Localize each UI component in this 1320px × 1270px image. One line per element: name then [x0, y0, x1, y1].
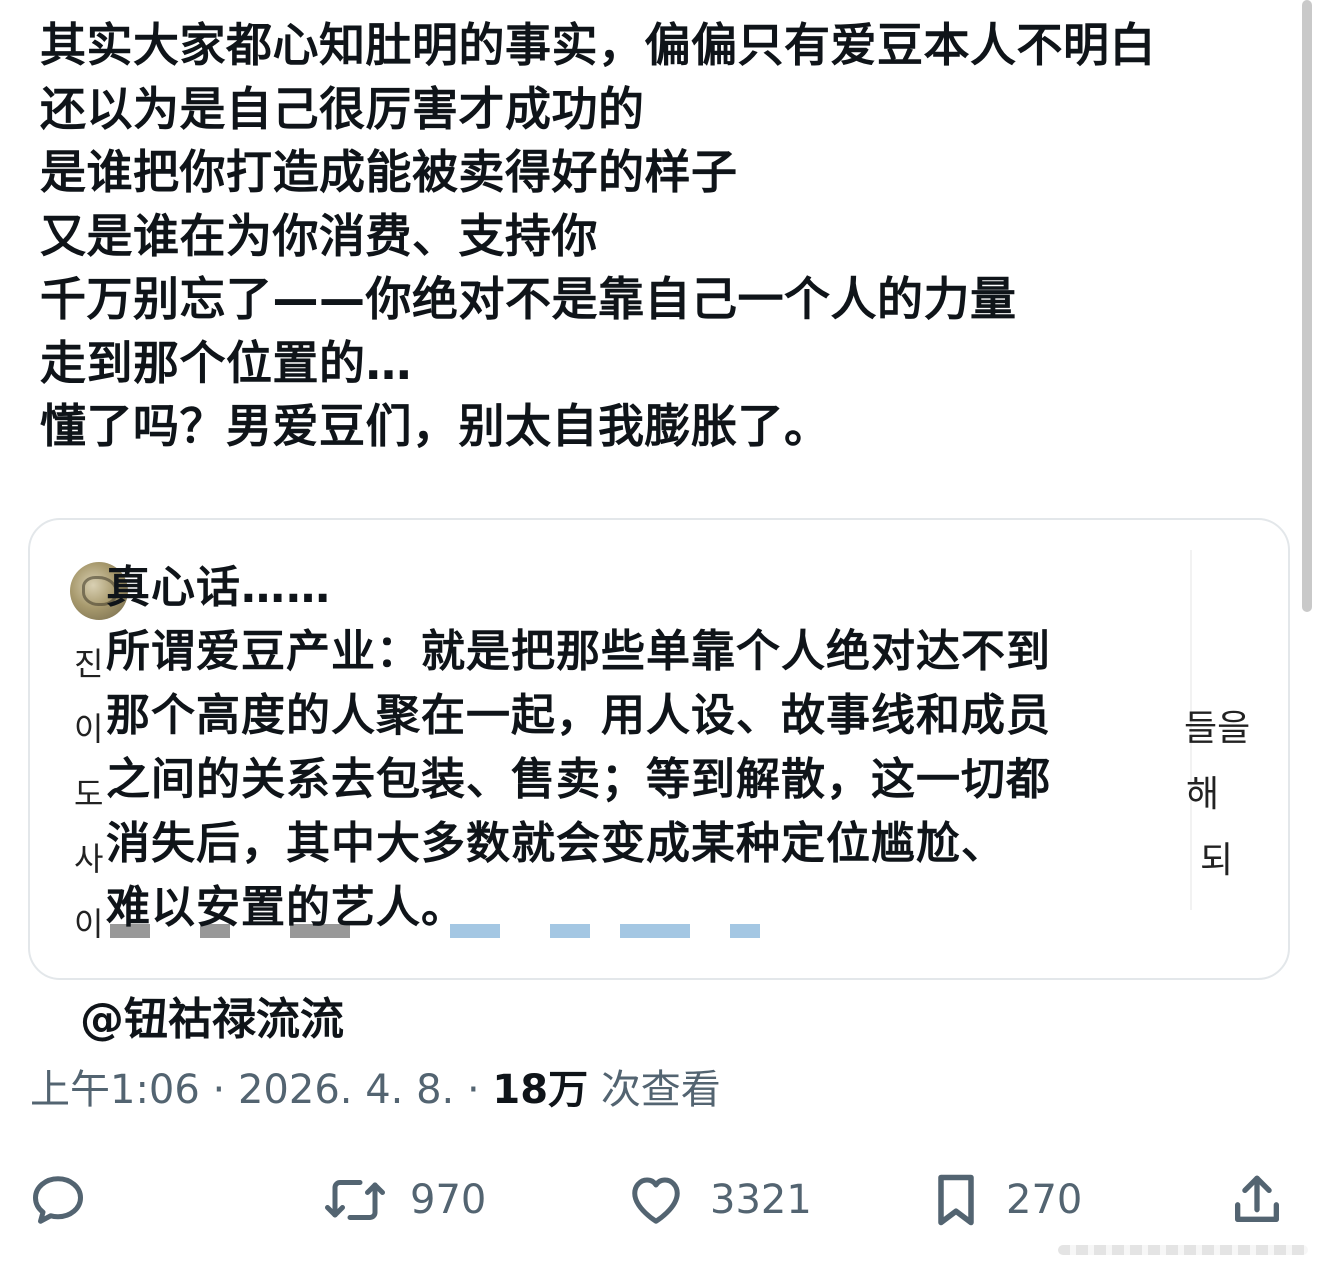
timestamp-date[interactable]: 2026. 4. 8. [238, 1067, 454, 1113]
retweet-button[interactable]: 970 [322, 1165, 486, 1235]
tweet-line: 是谁把你打造成能被卖得好的样子 [40, 145, 738, 199]
tweet-meta: 上午1:06 · 2026. 4. 8. · 18万 次查看 [30, 1060, 721, 1120]
background-glyph: 사 [74, 840, 104, 878]
home-indicator[interactable] [1058, 1245, 1308, 1255]
meta-separator: · [466, 1067, 480, 1113]
reply-button[interactable] [28, 1165, 88, 1235]
background-glyph: 되 [1200, 840, 1234, 881]
background-glyph: 진 [74, 645, 104, 683]
scrollbar[interactable] [1302, 0, 1312, 612]
background-glyph: 들을 [1184, 708, 1251, 749]
like-button[interactable]: 3321 [624, 1165, 812, 1235]
quoted-title: 真心话…… [106, 562, 331, 613]
background-text-left: 진 이 도 사 이 [74, 632, 104, 957]
bookmark-icon [938, 1174, 974, 1226]
quoted-line: 所谓爱豆产业：就是把那些单靠个人绝对达不到 [106, 626, 1051, 677]
heart-icon [632, 1177, 680, 1224]
quoted-line: 消失后，其中大多数就会变成某种定位尴尬、 [106, 818, 1006, 869]
timestamp-time[interactable]: 上午1:06 [30, 1067, 200, 1113]
quoted-card[interactable]: 진 이 도 사 이 들을 해 되 真心话…… 所谓爱豆产业：就是把那些单靠个人绝… [28, 518, 1290, 980]
quoted-line: 那个高度的人聚在一起，用人设、故事线和成员 [106, 690, 1051, 741]
action-bar: 970 3321 270 [0, 1165, 1320, 1235]
share-icon [1235, 1175, 1279, 1222]
retweet-icon [325, 1180, 385, 1220]
quoted-text: 真心话…… 所谓爱豆产业：就是把那些单靠个人绝对达不到 那个高度的人聚在一起，用… [106, 556, 1196, 940]
background-glyph: 도 [74, 775, 104, 813]
share-button[interactable] [1228, 1165, 1286, 1235]
tweet-line: 又是谁在为你消费、支持你 [40, 208, 598, 263]
quoted-line: 之间的关系去包装、售卖；等到解散，这一切都 [106, 754, 1051, 805]
background-glyph: 해 [1186, 774, 1220, 815]
tweet-line: 千万别忘了——你绝对不是靠自己一个人的力量 [40, 272, 1017, 326]
user-mention[interactable]: @钮祜禄流流 [80, 990, 344, 1050]
quoted-line: 难以安置的艺人。 [106, 882, 466, 933]
background-text-right: 들을 해 되 [1184, 696, 1274, 894]
bookmark-count: 270 [1006, 1177, 1083, 1223]
tweet-line: 其实大家都心知肚明的事实，偏偏只有爱豆本人不明白 [40, 18, 1156, 72]
bookmark-button[interactable]: 270 [928, 1165, 1082, 1235]
like-count: 3321 [710, 1177, 812, 1223]
tweet-line: 走到那个位置的… [40, 335, 412, 390]
views-label: 次查看 [600, 1067, 721, 1113]
tweet-line: 懂了吗？男爱豆们，别太自我膨胀了。 [40, 399, 831, 453]
background-glyph: 이 [74, 710, 104, 748]
tweet-line: 还以为是自己很厉害才成功的 [40, 81, 645, 136]
tweet-text: 其实大家都心知肚明的事实，偏偏只有爱豆本人不明白 还以为是自己很厉害才成功的 是… [40, 14, 1290, 459]
reply-icon [33, 1176, 83, 1224]
meta-separator: · [212, 1067, 226, 1113]
retweet-count: 970 [410, 1177, 487, 1223]
views-count[interactable]: 18万 [492, 1067, 588, 1113]
